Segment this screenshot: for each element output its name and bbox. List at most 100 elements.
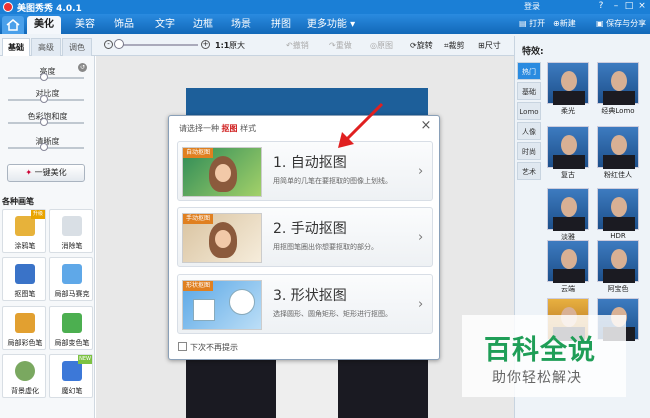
magic-wand-icon: ✦ <box>25 168 33 177</box>
effect-category-lomo[interactable]: Lomo <box>517 102 541 120</box>
new-button[interactable]: ⊕新建 <box>553 17 576 31</box>
subtab-basic[interactable]: 基础 <box>2 38 30 56</box>
auto-cutout-option[interactable]: 自动抠图 1. 自动抠图 用简单的几笔在要抠取的图像上划线。 › <box>177 141 433 201</box>
zoom-out-icon[interactable]: - <box>104 40 113 49</box>
dont-show-again-checkbox[interactable] <box>178 342 187 351</box>
eraser-icon <box>62 216 82 236</box>
background-blur-tool[interactable]: 背景虚化 <box>2 354 46 398</box>
effect-abao-color[interactable]: 阿宝色 <box>597 240 639 293</box>
main-menu-bar: 美化 美容 饰品 文字 边框 场景 拼图 更多功能 ▾ ▤ 打开 ⊕新建 ▣ 保… <box>0 14 650 34</box>
maximize-icon[interactable]: □ <box>623 1 635 12</box>
watermark: 百科全说 助你轻松解决 <box>462 315 626 397</box>
tab-accessories[interactable]: 饰品 <box>107 16 141 34</box>
effect-label: 经典Lomo <box>601 107 635 115</box>
zoom-original-label[interactable]: 1:1 <box>215 40 229 51</box>
effect-category-portrait[interactable]: 人像 <box>517 122 541 140</box>
undo-button[interactable]: ↶撤销 <box>286 40 309 51</box>
tab-scene[interactable]: 场景 <box>224 16 258 34</box>
auto-cutout-thumbnail: 自动抠图 <box>182 147 262 197</box>
redo-label: 重做 <box>335 41 352 50</box>
open-button[interactable]: ▤ 打开 <box>519 17 545 31</box>
rotate-button[interactable]: ⟳旋转 <box>410 40 433 51</box>
effect-category-art[interactable]: 艺术 <box>517 162 541 180</box>
tab-more-functions[interactable]: 更多功能 ▾ <box>303 16 359 34</box>
manual-cutout-thumbnail: 手动抠图 <box>182 213 262 263</box>
help-icon[interactable]: ? <box>595 1 607 12</box>
tab-frame[interactable]: 边框 <box>186 16 220 34</box>
graffiti-pen-label: 涂鸦笔 <box>14 242 36 250</box>
login-link[interactable]: 登录 <box>524 1 540 12</box>
tab-beauty[interactable]: 美容 <box>68 16 102 34</box>
mosaic-icon <box>62 264 82 284</box>
effect-thumbnail <box>547 240 589 283</box>
effect-label: 复古 <box>561 171 575 179</box>
minimize-icon[interactable]: – <box>610 1 622 12</box>
manual-cutout-option[interactable]: 手动抠图 2. 手动抠图 用抠图笔圈出你想要抠取的部分。 › <box>177 207 433 267</box>
mosaic-tool[interactable]: 局部马赛克 <box>49 257 93 301</box>
effect-category-basic[interactable]: 基础 <box>517 82 541 100</box>
dont-show-again-label[interactable]: 下次不再提示 <box>190 342 238 353</box>
effect-elegant[interactable]: 淡雅 <box>547 188 589 241</box>
circle-shape <box>229 289 255 315</box>
home-icon <box>6 19 20 31</box>
effect-thumbnail <box>597 62 639 105</box>
magic-pen-label: 魔幻笔 <box>61 387 83 395</box>
left-adjust-panel: ↺ 亮度 对比度 色彩饱和度 清晰度 ✦ 一键美化 各种画笔 升级 涂鸦笔 消除… <box>0 56 95 418</box>
effect-category-hot[interactable]: 热门 <box>517 62 541 80</box>
title-bar: 美图秀秀 4.0.1 登录 ? – □ × <box>0 0 650 14</box>
effect-soft-light[interactable]: 柔光 <box>547 62 589 115</box>
tab-text[interactable]: 文字 <box>148 16 182 34</box>
eraser-pen-tool[interactable]: 消除笔 <box>49 209 93 253</box>
magic-pen-tool[interactable]: NEW 魔幻笔 <box>49 354 93 398</box>
saturation-thumb[interactable] <box>40 118 48 126</box>
cutout-pen-tool[interactable]: 抠图笔 <box>2 257 46 301</box>
square-shape <box>193 299 215 321</box>
brightness-thumb[interactable] <box>40 73 48 81</box>
tab-beautify[interactable]: 美化 <box>27 16 61 34</box>
shape-cutout-tag: 形状抠图 <box>183 281 214 291</box>
original-image-button[interactable]: ◎原图 <box>370 40 393 51</box>
subtab-color[interactable]: 调色 <box>62 38 92 56</box>
shape-cutout-option[interactable]: 形状抠图 3. 形状抠图 选择圆形、圆角矩形、矩形进行抠图。 › <box>177 274 433 334</box>
effect-category-fashion[interactable]: 时尚 <box>517 142 541 160</box>
local-color-pen-tool[interactable]: 局部彩色笔 <box>2 306 46 350</box>
zoom-slider-thumb[interactable] <box>114 39 124 49</box>
manual-cutout-desc: 用抠图笔圈出你想要抠取的部分。 <box>273 243 378 251</box>
effect-thumbnail <box>547 62 589 105</box>
graffiti-pen-tool[interactable]: 升级 涂鸦笔 <box>2 209 46 253</box>
red-arrow-annotation <box>338 102 384 148</box>
zoom-in-icon[interactable]: + <box>201 40 210 49</box>
sharpness-thumb[interactable] <box>40 143 48 151</box>
effect-pink-lady[interactable]: 粉红佳人 <box>597 126 639 179</box>
effect-label: 粉红佳人 <box>604 171 632 179</box>
new-label: 新建 <box>559 19 576 28</box>
chevron-down-icon: ▾ <box>350 19 356 30</box>
tab-collage[interactable]: 拼图 <box>264 16 298 34</box>
contrast-thumb[interactable] <box>40 95 48 103</box>
open-label: 打开 <box>529 19 546 28</box>
save-share-button[interactable]: ▣ 保存与分享 <box>596 17 646 31</box>
close-window-icon[interactable]: × <box>636 1 648 12</box>
dialog-close-icon[interactable]: × <box>419 119 433 133</box>
home-tab[interactable] <box>2 16 24 34</box>
subtab-advanced[interactable]: 高级 <box>31 38 61 56</box>
redo-button[interactable]: ↷重做 <box>329 40 352 51</box>
crop-button[interactable]: ⌗裁剪 <box>444 40 465 51</box>
size-button[interactable]: ⊞尺寸 <box>478 40 501 51</box>
effect-hdr[interactable]: HDR <box>597 188 639 240</box>
local-recolor-pen-tool[interactable]: 局部变色笔 <box>49 306 93 350</box>
effect-cloud[interactable]: 云端 <box>547 240 589 293</box>
effect-classic-lomo[interactable]: 经典Lomo <box>597 62 639 115</box>
effect-label: 阿宝色 <box>607 285 629 293</box>
background-blur-label: 背景虚化 <box>11 387 39 395</box>
more-functions-label: 更多功能 <box>306 19 347 30</box>
paint-bucket-icon <box>62 313 82 333</box>
one-click-beautify-button[interactable]: ✦ 一键美化 <box>7 164 85 182</box>
effect-vintage[interactable]: 复古 <box>547 126 589 179</box>
cutout-pen-icon <box>15 264 35 284</box>
original-image-icon: ◎ <box>370 41 377 50</box>
save-icon: ▣ <box>596 19 604 28</box>
zoom-slider-track[interactable] <box>116 44 198 46</box>
original-size-button[interactable]: 原大 <box>229 40 245 51</box>
new-badge: NEW <box>78 355 92 364</box>
